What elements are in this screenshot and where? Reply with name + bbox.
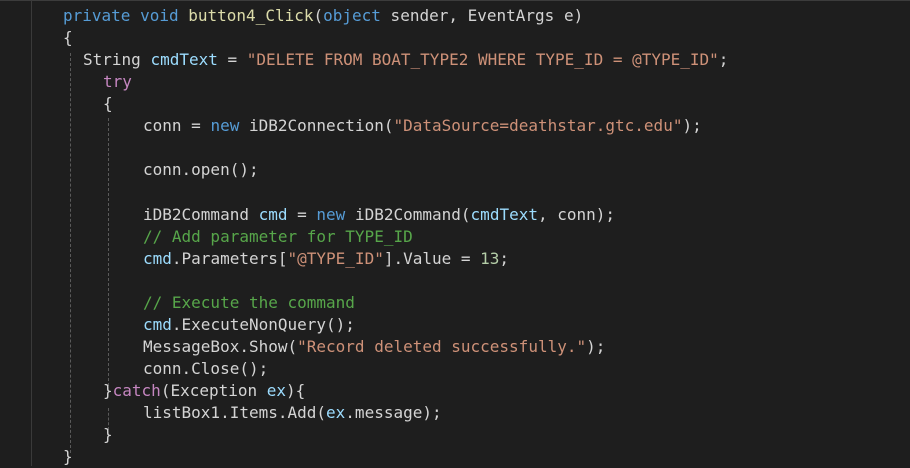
code-token: 13	[480, 249, 500, 268]
code-token: "DataSource=deathstar.gtc.edu"	[393, 116, 683, 135]
code-token: {	[103, 94, 113, 113]
code-token: );	[586, 337, 606, 356]
code-token: (Exception	[160, 381, 267, 400]
code-token: new	[210, 116, 240, 135]
code-token: iDB2Command(	[345, 205, 471, 224]
code-line-16[interactable]: MessageBox.Show("Record deleted successf…	[143, 336, 605, 358]
code-line-3[interactable]: String cmdText = "DELETE FROM BOAT_TYPE2…	[83, 49, 728, 71]
code-line-15[interactable]: cmd.ExecuteNonQuery();	[143, 314, 355, 336]
code-token: , conn);	[537, 205, 616, 224]
code-line-18[interactable]: }catch(Exception ex){	[103, 380, 305, 402]
code-token: (	[313, 6, 324, 25]
code-token: // Execute the command	[143, 293, 355, 312]
code-token: .Parameters[	[171, 249, 288, 268]
indent-guide-try	[108, 118, 109, 386]
code-line-11[interactable]: // Add parameter for TYPE_ID	[143, 226, 413, 248]
code-token: cmd	[258, 205, 288, 224]
code-token: cmdText	[470, 205, 538, 224]
code-token: {	[63, 28, 73, 47]
code-line-10[interactable]: iDB2Command cmd = new iDB2Command(cmdTex…	[143, 204, 615, 226]
code-token: ex	[326, 403, 346, 422]
code-token: catch	[112, 381, 161, 400]
code-line-19[interactable]: listBox1.Items.Add(ex.message);	[143, 402, 442, 424]
code-line-17[interactable]: conn.Close();	[143, 358, 268, 380]
code-token: );	[682, 116, 702, 135]
code-token: String	[83, 50, 151, 69]
code-line-20[interactable]: }	[103, 424, 113, 446]
gutter-separator	[31, 0, 32, 466]
code-token: conn.Close();	[143, 359, 269, 378]
code-token: sender, EventArgs e)	[380, 6, 584, 25]
indent-guide-method	[70, 53, 71, 453]
editor-top-border	[0, 0, 910, 1]
code-token: button4_Click	[188, 6, 314, 25]
code-line-4[interactable]: try	[103, 71, 132, 93]
code-token: "@TYPE_ID"	[287, 249, 384, 268]
code-token: conn.open();	[143, 160, 259, 179]
code-token: cmd	[143, 249, 172, 268]
code-token: listBox1.Items.Add(	[143, 403, 327, 422]
code-token: }	[103, 381, 113, 400]
code-token: =	[287, 205, 317, 224]
code-token: .ExecuteNonQuery();	[171, 315, 355, 334]
code-line-5[interactable]: {	[103, 93, 113, 115]
code-token: object	[323, 6, 381, 25]
code-line-6[interactable]: conn = new iDB2Connection("DataSource=de…	[143, 115, 702, 137]
code-token: }	[63, 447, 73, 466]
code-token: "Record deleted successfully."	[297, 337, 587, 356]
code-token: cmd	[143, 315, 172, 334]
code-token: ;	[718, 50, 729, 69]
code-line-12[interactable]: cmd.Parameters["@TYPE_ID"].Value = 13;	[143, 248, 509, 270]
code-token: ex	[266, 381, 287, 400]
code-token: .message);	[345, 403, 442, 422]
code-token: iDB2Command	[143, 205, 259, 224]
code-token: iDB2Connection(	[239, 116, 394, 135]
code-token: private	[63, 6, 131, 25]
code-line-14[interactable]: // Execute the command	[143, 292, 355, 314]
code-token: =	[217, 50, 247, 69]
code-token: conn =	[143, 116, 211, 135]
code-token: try	[103, 72, 132, 91]
code-line-21[interactable]: }	[63, 446, 73, 468]
code-token: "DELETE FROM BOAT_TYPE2 WHERE TYPE_ID = …	[246, 50, 719, 69]
code-token: // Add parameter for TYPE_ID	[143, 227, 413, 246]
code-line-1[interactable]: private void button4_Click(object sender…	[63, 5, 583, 27]
code-line-8[interactable]: conn.open();	[143, 159, 259, 181]
code-token: ;	[499, 249, 510, 268]
code-token: new	[316, 205, 346, 224]
code-token: MessageBox.Show(	[143, 337, 298, 356]
code-token: ].Value =	[383, 249, 481, 268]
code-line-2[interactable]: {	[63, 27, 73, 49]
code-editor[interactable]: private void button4_Click(object sender…	[0, 0, 910, 466]
code-token: cmdText	[150, 50, 218, 69]
code-token: ){	[286, 381, 306, 400]
code-token: }	[103, 425, 113, 444]
code-token: void	[140, 6, 179, 25]
